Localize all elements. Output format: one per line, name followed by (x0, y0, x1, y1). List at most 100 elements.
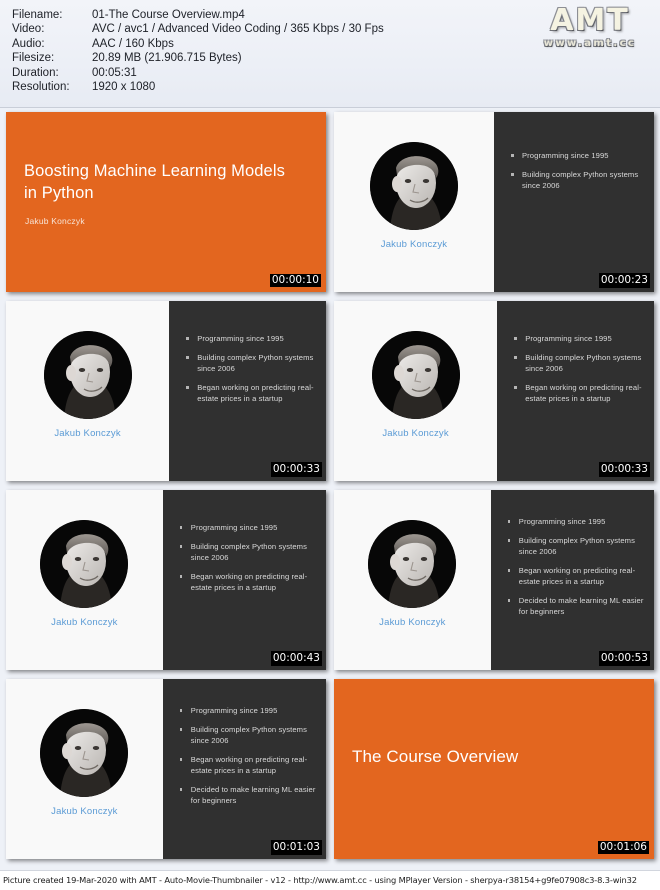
speaker-portrait-photo (371, 331, 460, 419)
speaker-portrait-photo (43, 331, 132, 419)
bullet-list: Programming since 1995 Building complex … (179, 705, 318, 814)
thumbnail-4[interactable]: Jakub Konczyk Programming since 1995 Bui… (334, 301, 654, 481)
bullet-item: Began working on predicting real-estate … (513, 382, 646, 404)
speaker-name: Jakub Konczyk (54, 428, 121, 439)
bullet-item: Building complex Python systems since 20… (179, 541, 318, 563)
slide-title-text: Boosting Machine Learning Models in Pyth… (24, 162, 285, 202)
bullet-list: Programming since 1995 Building complex … (513, 333, 646, 412)
metadata-label-audio: Audio: (12, 37, 45, 50)
speaker-card: Jakub Konczyk (368, 520, 457, 628)
thumbnail-7[interactable]: Jakub Konczyk Programming since 1995 Bui… (6, 679, 326, 859)
metadata-row-audio: Audio: AAC / 160 Kbps (12, 37, 384, 52)
speaker-name: Jakub Konczyk (51, 617, 118, 628)
bullet-item: Decided to make learning ML easier for b… (179, 784, 318, 806)
speaker-name: Jakub Konczyk (380, 239, 448, 250)
thumbnail-grid: Boosting Machine Learning Models in Pyth… (0, 110, 660, 859)
slide-speaker: Jakub Konczyk Programming since 1995 Bui… (334, 112, 654, 292)
portrait-pane: Jakub Konczyk (6, 301, 170, 481)
bullet-list: Programming since 1995 Building complex … (507, 516, 646, 625)
timestamp-badge: 00:00:10 (268, 273, 322, 288)
portrait-pane: Jakub Konczyk (334, 490, 491, 670)
bullet-item: Building complex Python systems since 20… (507, 535, 646, 557)
metadata-label-filename: Filename: (12, 8, 63, 21)
speaker-portrait-photo (368, 520, 457, 608)
speaker-card: Jakub Konczyk (40, 709, 129, 817)
timestamp-badge: 00:00:23 (598, 273, 650, 288)
metadata-row-video: Video: AVC / avc1 / Advanced Video Codin… (12, 23, 384, 38)
bullet-list: Programming since 1995 Building complex … (510, 150, 646, 199)
amt-logo-wordmark: AMT (550, 3, 630, 38)
bullets-pane: Programming since 1995 Building complex … (162, 490, 326, 670)
metadata-value-duration: 00:05:31 (92, 66, 137, 79)
portrait-pane: Jakub Konczyk (334, 112, 494, 292)
metadata-label-filesize: Filesize: (12, 52, 55, 64)
speaker-card: Jakub Konczyk (371, 331, 460, 439)
amt-logo: AMT www.amt.cc (534, 6, 646, 56)
slide-speaker: Jakub Konczyk Programming since 1995 Bui… (6, 301, 326, 481)
slide-speaker: Jakub Konczyk Programming since 1995 Bui… (334, 301, 654, 481)
bullet-list: Programming since 1995 Building complex … (179, 522, 318, 601)
speaker-portrait-photo (40, 709, 129, 797)
file-metadata-table: Filename: 01-The Course Overview.mp4 Vid… (12, 8, 384, 95)
speaker-portrait-photo (370, 142, 458, 230)
metadata-row-filesize: Filesize: 20.89 MB (21.906.715 Bytes) (12, 52, 384, 67)
metadata-label-video: Video: (12, 23, 45, 35)
bullet-item: Decided to make learning ML easier for b… (507, 595, 646, 617)
bullets-pane: Programming since 1995 Building complex … (162, 679, 326, 859)
bullets-pane: Programming since 1995 Building complex … (490, 490, 654, 670)
bullet-item: Began working on predicting real-estate … (179, 571, 318, 593)
bullet-item: Programming since 1995 (179, 522, 318, 533)
bullets-pane: Programming since 1995 Building complex … (494, 112, 654, 292)
bullet-item: Programming since 1995 (179, 705, 318, 716)
thumbnail-3[interactable]: Jakub Konczyk Programming since 1995 Bui… (6, 301, 326, 481)
footer-bar: Picture created 19-Mar-2020 with AMT - A… (0, 870, 660, 890)
bullet-item: Programming since 1995 (185, 333, 318, 344)
metadata-value-audio: AAC / 160 Kbps (92, 37, 174, 50)
slide-speaker: Jakub Konczyk Programming since 1995 Bui… (6, 490, 326, 670)
bullet-item: Building complex Python systems since 20… (510, 169, 646, 191)
file-info-header: Filename: 01-The Course Overview.mp4 Vid… (0, 0, 660, 108)
thumbnail-5[interactable]: Jakub Konczyk Programming since 1995 Bui… (6, 490, 326, 670)
portrait-pane: Jakub Konczyk (6, 679, 163, 859)
slide-speaker: Jakub Konczyk Programming since 1995 Bui… (334, 490, 654, 670)
portrait-pane: Jakub Konczyk (6, 490, 163, 670)
timestamp-badge: 00:01:06 (596, 840, 650, 855)
bullet-item: Building complex Python systems since 20… (179, 724, 318, 746)
thumbnail-6[interactable]: Jakub Konczyk Programming since 1995 Bui… (334, 490, 654, 670)
speaker-portrait-photo (40, 520, 129, 608)
metadata-value-filename: 01-The Course Overview.mp4 (92, 8, 245, 21)
bullet-item: Began working on predicting real-estate … (507, 565, 646, 587)
bullets-pane: Programming since 1995 Building complex … (497, 301, 654, 481)
thumbnail-2[interactable]: Jakub Konczyk Programming since 1995 Bui… (334, 112, 654, 292)
bullet-item: Building complex Python systems since 20… (513, 352, 646, 374)
metadata-label-resolution: Resolution: (12, 81, 70, 93)
timestamp-badge: 00:00:33 (598, 462, 650, 477)
timestamp-badge: 00:01:03 (270, 840, 322, 855)
section-title-text: The Course Overview (352, 747, 519, 766)
speaker-card: Jakub Konczyk (40, 520, 129, 628)
slide-author-text: Jakub Konczyk (25, 216, 85, 226)
bullet-item: Building complex Python systems since 20… (185, 352, 318, 374)
amt-logo-url: www.amt.cc (543, 38, 637, 49)
thumbnail-8[interactable]: The Course Overview 00:01:06 (334, 679, 654, 859)
bullet-item: Began working on predicting real-estate … (179, 754, 318, 776)
metadata-value-resolution: 1920 x 1080 (92, 81, 156, 93)
timestamp-badge: 00:00:33 (270, 462, 322, 477)
slide-title: Boosting Machine Learning Models in Pyth… (6, 112, 326, 292)
file-metadata-body: Filename: 01-The Course Overview.mp4 Vid… (12, 8, 384, 95)
speaker-card: Jakub Konczyk (43, 331, 132, 439)
metadata-value-video: AVC / avc1 / Advanced Video Coding / 365… (92, 23, 384, 35)
bullet-item: Began working on predicting real-estate … (185, 382, 318, 404)
footer-credit-text: Picture created 19-Mar-2020 with AMT - A… (3, 875, 637, 885)
portrait-pane: Jakub Konczyk (334, 301, 498, 481)
slide-section: The Course Overview (334, 679, 654, 859)
metadata-row-duration: Duration: 00:05:31 (12, 66, 384, 81)
metadata-value-filesize: 20.89 MB (21.906.715 Bytes) (92, 52, 242, 64)
timestamp-badge: 00:00:43 (270, 651, 322, 666)
speaker-card: Jakub Konczyk (370, 142, 458, 250)
bullet-item: Programming since 1995 (507, 516, 646, 527)
thumbnail-1[interactable]: Boosting Machine Learning Models in Pyth… (6, 112, 326, 292)
metadata-row-resolution: Resolution: 1920 x 1080 (12, 81, 384, 96)
thumbnail-sheet: Filename: 01-The Course Overview.mp4 Vid… (0, 0, 660, 890)
slide-speaker: Jakub Konczyk Programming since 1995 Bui… (6, 679, 326, 859)
